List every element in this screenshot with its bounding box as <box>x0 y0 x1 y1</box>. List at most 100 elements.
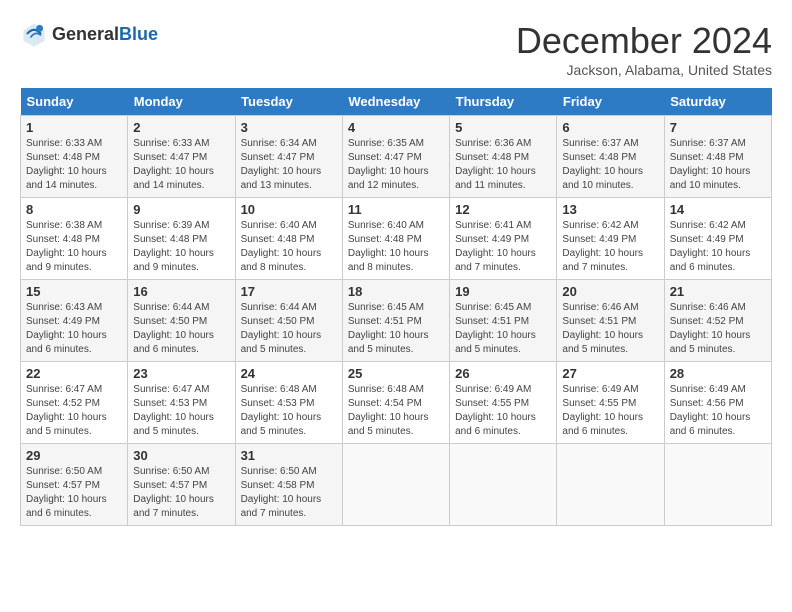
day-info: Sunrise: 6:50 AMSunset: 4:57 PMDaylight:… <box>26 465 122 521</box>
day-info: Sunrise: 6:48 AMSunset: 4:53 PMDaylight:… <box>241 383 337 439</box>
logo: GeneralBlue <box>20 20 158 48</box>
day-number: 27 <box>562 366 658 381</box>
day-info: Sunrise: 6:48 AMSunset: 4:54 PMDaylight:… <box>348 383 444 439</box>
day-info: Sunrise: 6:44 AMSunset: 4:50 PMDaylight:… <box>133 301 229 357</box>
day-info: Sunrise: 6:33 AMSunset: 4:47 PMDaylight:… <box>133 137 229 193</box>
calendar-week-row: 8 Sunrise: 6:38 AMSunset: 4:48 PMDaylight… <box>21 198 772 280</box>
day-number: 2 <box>133 120 229 135</box>
calendar-cell: 29 Sunrise: 6:50 AMSunset: 4:57 PMDayligh… <box>21 444 128 526</box>
weekday-header-row: SundayMondayTuesdayWednesdayThursdayFrid… <box>21 88 772 116</box>
day-number: 13 <box>562 202 658 217</box>
calendar-cell: 6 Sunrise: 6:37 AMSunset: 4:48 PMDaylight… <box>557 116 664 198</box>
calendar-cell: 11 Sunrise: 6:40 AMSunset: 4:48 PMDayligh… <box>342 198 449 280</box>
day-info: Sunrise: 6:33 AMSunset: 4:48 PMDaylight:… <box>26 137 122 193</box>
day-info: Sunrise: 6:49 AMSunset: 4:55 PMDaylight:… <box>455 383 551 439</box>
calendar-cell: 22 Sunrise: 6:47 AMSunset: 4:52 PMDayligh… <box>21 362 128 444</box>
day-info: Sunrise: 6:45 AMSunset: 4:51 PMDaylight:… <box>348 301 444 357</box>
day-number: 28 <box>670 366 766 381</box>
weekday-header: Thursday <box>450 88 557 116</box>
calendar-cell: 19 Sunrise: 6:45 AMSunset: 4:51 PMDayligh… <box>450 280 557 362</box>
calendar-cell: 18 Sunrise: 6:45 AMSunset: 4:51 PMDayligh… <box>342 280 449 362</box>
weekday-header: Monday <box>128 88 235 116</box>
calendar-cell: 2 Sunrise: 6:33 AMSunset: 4:47 PMDaylight… <box>128 116 235 198</box>
day-info: Sunrise: 6:41 AMSunset: 4:49 PMDaylight:… <box>455 219 551 275</box>
day-number: 23 <box>133 366 229 381</box>
day-info: Sunrise: 6:42 AMSunset: 4:49 PMDaylight:… <box>562 219 658 275</box>
day-number: 11 <box>348 202 444 217</box>
day-number: 8 <box>26 202 122 217</box>
day-info: Sunrise: 6:47 AMSunset: 4:52 PMDaylight:… <box>26 383 122 439</box>
calendar-table: SundayMondayTuesdayWednesdayThursdayFrid… <box>20 88 772 526</box>
day-info: Sunrise: 6:46 AMSunset: 4:51 PMDaylight:… <box>562 301 658 357</box>
day-number: 25 <box>348 366 444 381</box>
weekday-header: Friday <box>557 88 664 116</box>
day-number: 10 <box>241 202 337 217</box>
title-section: December 2024 Jackson, Alabama, United S… <box>516 20 772 78</box>
day-number: 18 <box>348 284 444 299</box>
day-number: 12 <box>455 202 551 217</box>
calendar-week-row: 29 Sunrise: 6:50 AMSunset: 4:57 PMDayligh… <box>21 444 772 526</box>
day-info: Sunrise: 6:50 AMSunset: 4:57 PMDaylight:… <box>133 465 229 521</box>
weekday-header: Saturday <box>664 88 771 116</box>
day-info: Sunrise: 6:40 AMSunset: 4:48 PMDaylight:… <box>348 219 444 275</box>
day-number: 3 <box>241 120 337 135</box>
day-number: 21 <box>670 284 766 299</box>
calendar-cell: 16 Sunrise: 6:44 AMSunset: 4:50 PMDayligh… <box>128 280 235 362</box>
calendar-cell <box>450 444 557 526</box>
day-info: Sunrise: 6:44 AMSunset: 4:50 PMDaylight:… <box>241 301 337 357</box>
calendar-cell: 13 Sunrise: 6:42 AMSunset: 4:49 PMDayligh… <box>557 198 664 280</box>
day-info: Sunrise: 6:49 AMSunset: 4:56 PMDaylight:… <box>670 383 766 439</box>
calendar-cell: 31 Sunrise: 6:50 AMSunset: 4:58 PMDayligh… <box>235 444 342 526</box>
calendar-week-row: 1 Sunrise: 6:33 AMSunset: 4:48 PMDaylight… <box>21 116 772 198</box>
calendar-cell: 14 Sunrise: 6:42 AMSunset: 4:49 PMDayligh… <box>664 198 771 280</box>
calendar-cell: 30 Sunrise: 6:50 AMSunset: 4:57 PMDayligh… <box>128 444 235 526</box>
day-number: 29 <box>26 448 122 463</box>
weekday-header: Tuesday <box>235 88 342 116</box>
calendar-week-row: 15Sunrise: 6:43 AMSunset: 4:49 PMDayligh… <box>21 280 772 362</box>
weekday-header: Wednesday <box>342 88 449 116</box>
calendar-cell: 24 Sunrise: 6:48 AMSunset: 4:53 PMDayligh… <box>235 362 342 444</box>
day-info: Sunrise: 6:45 AMSunset: 4:51 PMDaylight:… <box>455 301 551 357</box>
day-number: 1 <box>26 120 122 135</box>
day-info: Sunrise: 6:47 AMSunset: 4:53 PMDaylight:… <box>133 383 229 439</box>
calendar-cell: 5 Sunrise: 6:36 AMSunset: 4:48 PMDaylight… <box>450 116 557 198</box>
day-number: 24 <box>241 366 337 381</box>
day-info: Sunrise: 6:38 AMSunset: 4:48 PMDaylight:… <box>26 219 122 275</box>
calendar-cell: 17 Sunrise: 6:44 AMSunset: 4:50 PMDayligh… <box>235 280 342 362</box>
day-info: Sunrise: 6:43 AMSunset: 4:49 PMDaylight:… <box>26 301 122 357</box>
day-info: Sunrise: 6:34 AMSunset: 4:47 PMDaylight:… <box>241 137 337 193</box>
day-number: 22 <box>26 366 122 381</box>
calendar-cell <box>557 444 664 526</box>
day-info: Sunrise: 6:50 AMSunset: 4:58 PMDaylight:… <box>241 465 337 521</box>
calendar-cell: 10 Sunrise: 6:40 AMSunset: 4:48 PMDayligh… <box>235 198 342 280</box>
calendar-cell: 26Sunrise: 6:49 AMSunset: 4:55 PMDayligh… <box>450 362 557 444</box>
weekday-header: Sunday <box>21 88 128 116</box>
calendar-cell: 27Sunrise: 6:49 AMSunset: 4:55 PMDayligh… <box>557 362 664 444</box>
day-number: 17 <box>241 284 337 299</box>
calendar-cell: 23 Sunrise: 6:47 AMSunset: 4:53 PMDayligh… <box>128 362 235 444</box>
calendar-cell: 9Sunrise: 6:39 AMSunset: 4:48 PMDaylight… <box>128 198 235 280</box>
calendar-cell <box>664 444 771 526</box>
day-number: 14 <box>670 202 766 217</box>
location: Jackson, Alabama, United States <box>516 62 772 78</box>
page-header: GeneralBlue December 2024 Jackson, Alaba… <box>20 20 772 78</box>
day-number: 5 <box>455 120 551 135</box>
day-number: 7 <box>670 120 766 135</box>
day-number: 30 <box>133 448 229 463</box>
calendar-cell: 28 Sunrise: 6:49 AMSunset: 4:56 PMDayligh… <box>664 362 771 444</box>
day-info: Sunrise: 6:37 AMSunset: 4:48 PMDaylight:… <box>562 137 658 193</box>
day-info: Sunrise: 6:35 AMSunset: 4:47 PMDaylight:… <box>348 137 444 193</box>
day-number: 16 <box>133 284 229 299</box>
day-info: Sunrise: 6:40 AMSunset: 4:48 PMDaylight:… <box>241 219 337 275</box>
day-info: Sunrise: 6:39 AMSunset: 4:48 PMDaylight:… <box>133 219 229 275</box>
day-number: 19 <box>455 284 551 299</box>
day-info: Sunrise: 6:42 AMSunset: 4:49 PMDaylight:… <box>670 219 766 275</box>
logo-icon <box>20 20 48 48</box>
day-number: 6 <box>562 120 658 135</box>
calendar-cell: 21Sunrise: 6:46 AMSunset: 4:52 PMDayligh… <box>664 280 771 362</box>
day-number: 31 <box>241 448 337 463</box>
calendar-cell: 8 Sunrise: 6:38 AMSunset: 4:48 PMDaylight… <box>21 198 128 280</box>
calendar-cell: 3 Sunrise: 6:34 AMSunset: 4:47 PMDaylight… <box>235 116 342 198</box>
month-title: December 2024 <box>516 20 772 62</box>
day-info: Sunrise: 6:36 AMSunset: 4:48 PMDaylight:… <box>455 137 551 193</box>
